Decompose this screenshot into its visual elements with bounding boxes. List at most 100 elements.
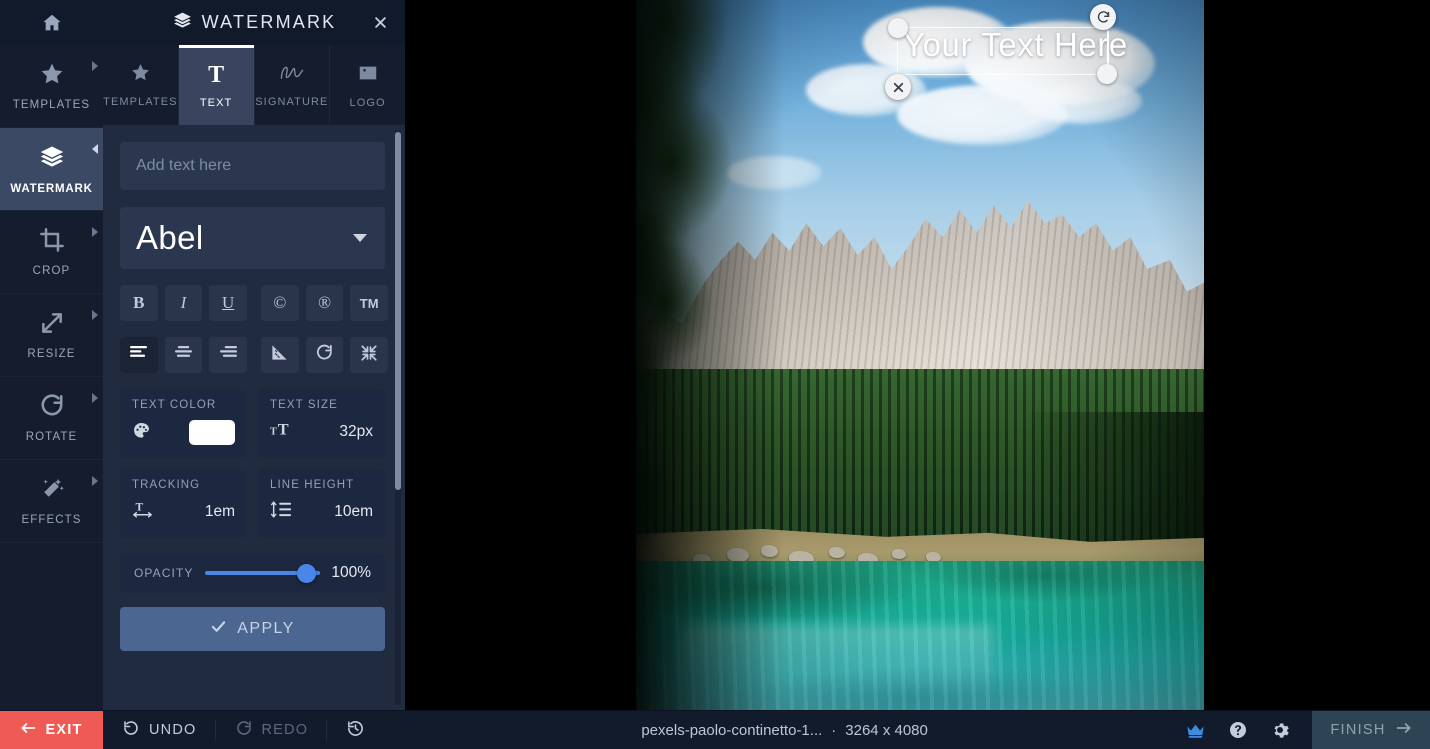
tab-logo[interactable]: LOGO (330, 45, 405, 125)
home-icon[interactable] (0, 0, 103, 45)
sidebar-item-resize[interactable]: RESIZE (0, 294, 103, 377)
sidebar-item-templates[interactable]: TEMPLATES (0, 45, 103, 128)
undo-label: UNDO (149, 722, 197, 738)
tab-label: TEXT (199, 96, 233, 109)
align-center-button[interactable] (164, 337, 203, 373)
align-right-button[interactable] (209, 337, 248, 373)
chevron-right-icon (92, 310, 98, 320)
sidebar-item-label: EFFECTS (21, 514, 82, 526)
palette-icon (132, 421, 151, 445)
sidebar-item-crop[interactable]: CROP (0, 211, 103, 294)
sidebar-item-label: ROTATE (25, 431, 78, 443)
redo-icon (235, 719, 253, 741)
field-label: TRACKING (132, 479, 201, 491)
canvas-stage[interactable]: Your Text Here (405, 0, 1430, 710)
tracking-field[interactable]: TRACKING T 1em (120, 469, 247, 538)
rotate-button[interactable] (305, 337, 344, 373)
tab-text[interactable]: T TEXT (178, 45, 255, 125)
gear-icon[interactable] (1270, 720, 1290, 740)
close-circle-icon[interactable] (885, 74, 911, 100)
bold-button[interactable]: B (120, 285, 158, 321)
text-color-field[interactable]: TEXT COLOR (120, 389, 247, 458)
tab-templates[interactable]: TEMPLATES (103, 45, 179, 125)
tab-label: LOGO (349, 96, 386, 109)
svg-text:T: T (278, 420, 289, 439)
chevron-right-icon (92, 393, 98, 403)
opacity-slider[interactable] (204, 564, 321, 583)
watermark-panel: WATERMARK TEMPLATES T TEXT SIGNATURE LOG… (103, 0, 405, 710)
triangle-ruler-icon (270, 343, 289, 367)
resize-handle-bottom-right[interactable] (1097, 64, 1117, 84)
image-editor-app: Your Text Here TEMPLATES WATERMARK CROP … (0, 0, 1430, 749)
vignette (636, 0, 1204, 710)
chevron-right-icon (92, 227, 98, 237)
skew-button[interactable] (261, 337, 299, 373)
close-icon[interactable] (369, 12, 391, 34)
text-size-field[interactable]: TEXT SIZE T T 32px (258, 389, 385, 458)
sidebar-item-watermark[interactable]: WATERMARK (0, 128, 103, 211)
slider-knob[interactable] (297, 564, 317, 583)
rotate-icon (39, 393, 65, 424)
chevron-right-icon (92, 476, 98, 486)
align-left-button[interactable] (120, 337, 158, 373)
exit-label: EXIT (45, 722, 83, 738)
arrow-left-icon (20, 721, 36, 739)
tab-signature[interactable]: SIGNATURE (255, 45, 331, 125)
watermark-text-input[interactable] (120, 142, 385, 190)
finish-button[interactable]: FINISH (1312, 710, 1430, 749)
sidebar-item-label: WATERMARK (10, 183, 93, 195)
rotate-cw-icon (315, 343, 334, 367)
crop-icon (39, 227, 65, 258)
copyright-button[interactable]: © (261, 285, 299, 321)
sidebar-item-label: TEMPLATES (12, 99, 91, 111)
italic-button[interactable]: I (164, 285, 203, 321)
scrollbar-thumb[interactable] (395, 132, 401, 490)
field-label: TEXT SIZE (270, 399, 338, 411)
star-icon (39, 61, 65, 92)
shrink-button[interactable] (350, 337, 389, 373)
watermark-selection-box[interactable]: Your Text Here (885, 4, 1127, 100)
panel-header: WATERMARK (103, 0, 405, 45)
field-value: 10em (334, 503, 373, 520)
registered-button[interactable]: ® (305, 285, 344, 321)
redo-label: REDO (261, 722, 309, 738)
font-select[interactable]: Abel (120, 207, 385, 269)
arrow-right-icon (1396, 721, 1412, 739)
rotate-handle-icon[interactable] (1090, 4, 1116, 30)
chevron-left-icon (92, 144, 98, 154)
color-swatch[interactable] (189, 420, 235, 445)
trademark-button[interactable]: TM (350, 285, 389, 321)
watermark-text[interactable]: Your Text Here (903, 26, 1128, 64)
opacity-control[interactable]: OPACITY 100% (120, 553, 385, 593)
tracking-icon: T (132, 500, 153, 524)
panel-scrollbar[interactable] (395, 130, 401, 705)
align-right-icon (219, 345, 238, 365)
star-icon (130, 62, 151, 88)
check-icon (210, 618, 227, 640)
underline-button[interactable]: U (209, 285, 248, 321)
opacity-value: 100% (331, 564, 371, 581)
photo-container[interactable]: Your Text Here (636, 0, 1204, 710)
resize-icon (39, 310, 65, 341)
apply-button[interactable]: APPLY (120, 607, 385, 651)
font-size-icon: T T (270, 420, 294, 444)
undo-button[interactable]: UNDO (103, 711, 216, 749)
resize-handle-top-left[interactable] (888, 18, 908, 38)
history-button[interactable] (327, 711, 384, 749)
undo-icon (122, 719, 140, 741)
sidebar-item-rotate[interactable]: ROTATE (0, 377, 103, 460)
line-height-field[interactable]: LINE HEIGHT 10em (258, 469, 385, 538)
field-label: TEXT COLOR (132, 399, 217, 411)
layers-icon (172, 10, 193, 36)
finish-label: FINISH (1330, 722, 1386, 738)
magicwand-icon (39, 476, 65, 507)
apply-label: APPLY (237, 620, 295, 637)
redo-button[interactable]: REDO (216, 711, 328, 749)
crown-icon[interactable] (1185, 722, 1206, 739)
exit-button[interactable]: EXIT (0, 710, 103, 749)
align-transform-buttons (120, 337, 389, 373)
image-icon (357, 62, 379, 89)
sidebar-item-effects[interactable]: EFFECTS (0, 460, 103, 543)
help-icon[interactable] (1228, 720, 1248, 740)
signature-icon (278, 63, 306, 88)
